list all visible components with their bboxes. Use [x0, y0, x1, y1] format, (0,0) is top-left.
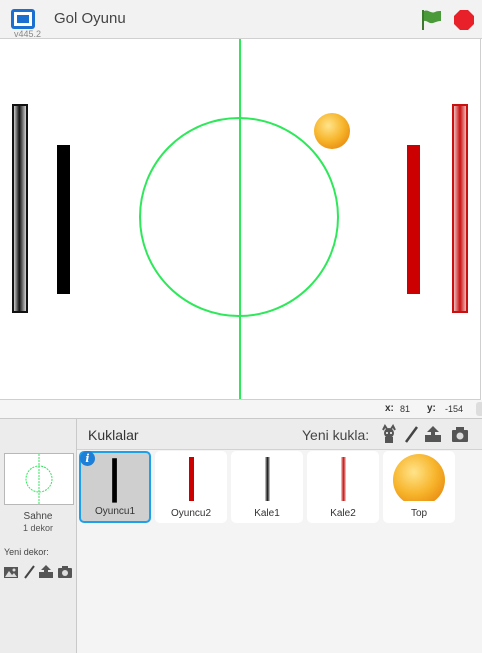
version-label: v445.2 [14, 29, 42, 39]
sprite-tile-kale2[interactable]: Kale2 [307, 451, 379, 523]
stage-thumbnail[interactable] [4, 453, 74, 505]
player-header: v445.2 Gol Oyunu [0, 0, 482, 39]
upload-sprite-icon[interactable] [423, 424, 443, 444]
x-value: 81 [400, 404, 411, 414]
y-label: y: [427, 403, 436, 414]
camera-sprite-icon[interactable] [450, 424, 470, 444]
sprite-name: Oyuncu2 [170, 508, 212, 519]
goal-left-sprite[interactable] [12, 104, 28, 313]
sprites-header: Kuklalar Yeni kukla: [77, 419, 482, 450]
stop-icon[interactable] [453, 9, 475, 31]
sprite-thumb-oyuncu1 [112, 458, 117, 503]
backdrop-library-icon[interactable] [3, 565, 19, 579]
fullscreen-icon[interactable] [10, 8, 36, 30]
project-title: Gol Oyunu [54, 10, 126, 27]
ball-sprite[interactable] [314, 113, 350, 149]
sprite-name: Oyuncu1 [94, 506, 136, 517]
sprite-thumb-kale2 [341, 457, 346, 501]
sprite-tile-kale1[interactable]: Kale1 [231, 451, 303, 523]
sprite-tile-oyuncu2[interactable]: Oyuncu2 [155, 451, 227, 523]
sprites-panel: Sahne 1 dekor Yeni dekor: Kuklalar Yeni … [0, 418, 482, 653]
new-sprite-label: Yeni kukla: [302, 427, 370, 443]
camera-icon[interactable] [57, 565, 73, 579]
backdrop-count: 1 dekor [22, 523, 54, 533]
sprites-title: Kuklalar [88, 427, 139, 443]
player2-sprite[interactable] [407, 145, 420, 294]
new-backdrop-label: Yeni dekor: [4, 547, 49, 557]
sprite-name: Kale2 [330, 508, 356, 519]
stage-pane: Sahne 1 dekor Yeni dekor: [0, 419, 77, 653]
sprite-thumb-top [393, 454, 445, 501]
sprite-list: i Oyuncu1 Oyuncu2 Kale1 Kale2 Top [77, 450, 482, 653]
resize-handle[interactable] [476, 402, 482, 416]
y-value: -154 [445, 404, 464, 414]
stage-label: Sahne [23, 511, 53, 522]
sprite-library-icon[interactable] [379, 424, 399, 444]
sprite-thumb-oyuncu2 [189, 457, 194, 501]
sprite-name: Top [410, 508, 428, 519]
mouse-coordinates: x: 81 y: -154 [0, 400, 482, 418]
paint-new-sprite-icon[interactable] [402, 424, 422, 444]
player1-sprite[interactable] [57, 145, 70, 294]
sprite-thumb-kale1 [265, 457, 270, 501]
sprite-name: Kale1 [254, 508, 280, 519]
green-flag-icon[interactable] [419, 8, 443, 32]
x-label: x: [385, 403, 394, 414]
upload-icon[interactable] [38, 565, 54, 579]
goal-right-sprite[interactable] [452, 104, 468, 313]
paint-icon[interactable] [22, 565, 38, 579]
stage-canvas[interactable] [0, 39, 481, 400]
sprite-tile-oyuncu1[interactable]: i Oyuncu1 [79, 451, 151, 523]
sprite-tile-top[interactable]: Top [383, 451, 455, 523]
